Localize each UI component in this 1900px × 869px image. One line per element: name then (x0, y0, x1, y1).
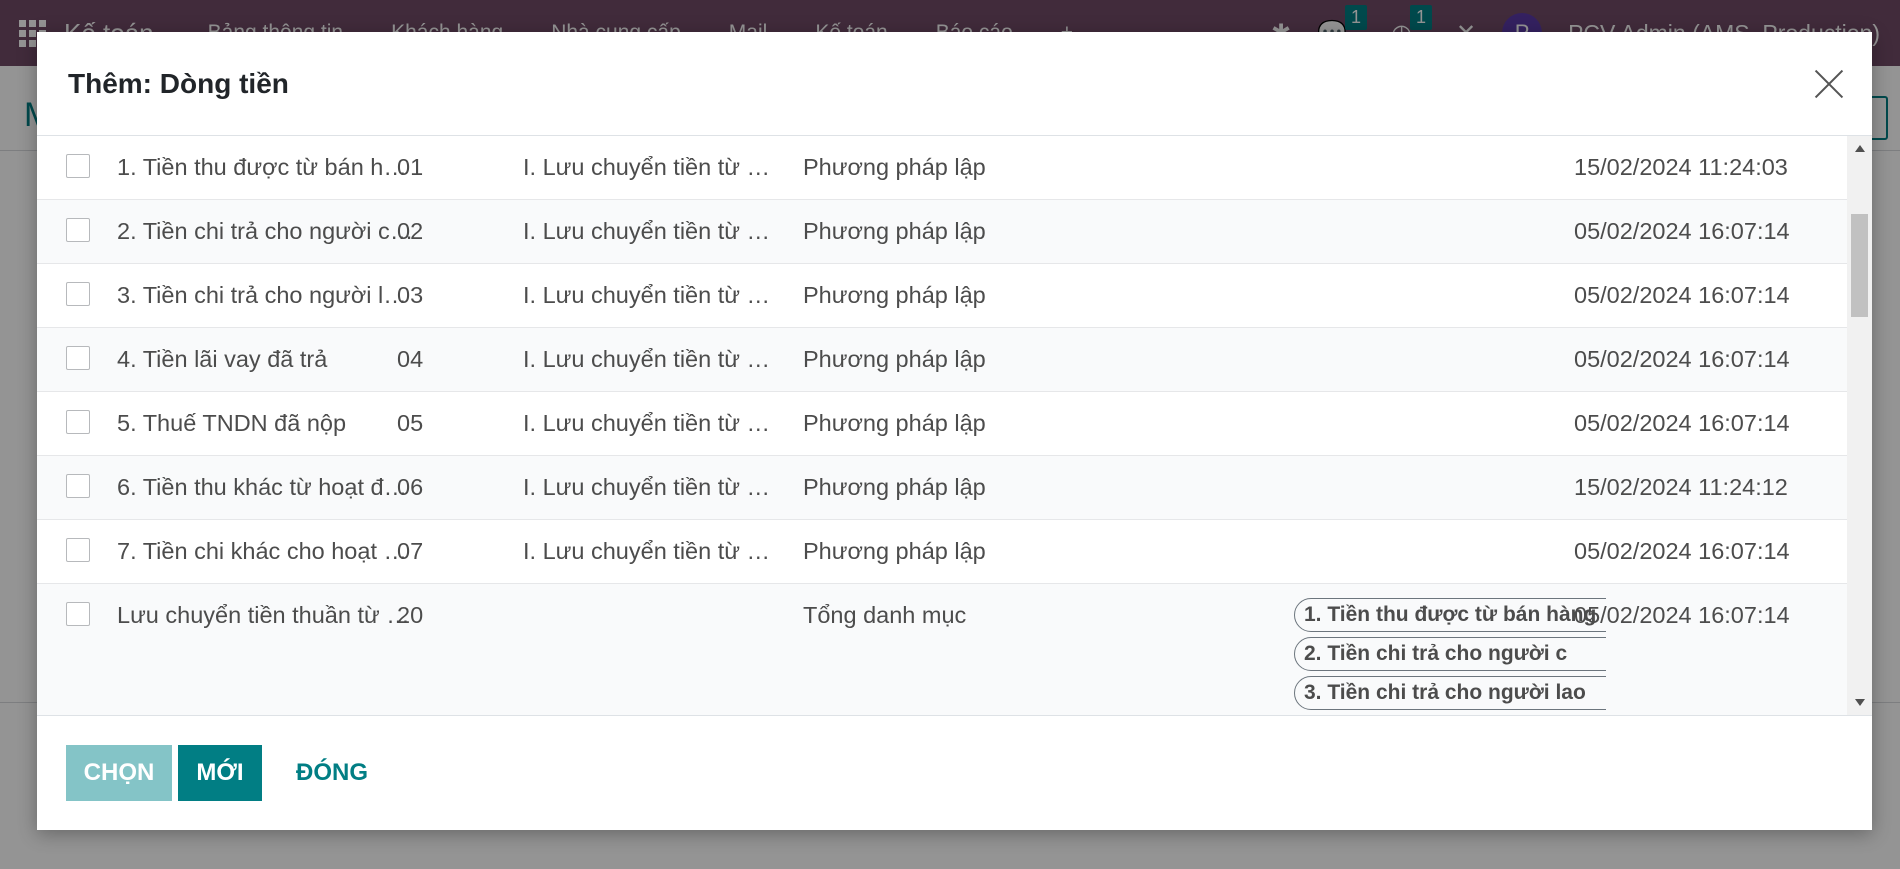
cashflow-name: 1. Tiền thu được từ bán hàng, cung cấp d… (117, 154, 417, 180)
cashflow-code: 03 (397, 282, 424, 308)
component-tag: 2. Tiền chi trả cho người c (1294, 637, 1606, 671)
cashflow-group: I. Lưu chuyển tiền từ hoạt động kinh doa… (523, 218, 781, 244)
cashflow-date: 05/02/2024 16:07:14 (1574, 282, 1790, 308)
row-checkbox[interactable] (66, 282, 90, 306)
cashflow-method: Tổng danh mục (803, 602, 967, 628)
cashflow-code: 02 (397, 218, 424, 244)
cashflow-name: 2. Tiền chi trả cho người cung cấp hàng … (117, 218, 417, 244)
row-checkbox[interactable] (66, 474, 90, 498)
modal-footer: CHỌN MỚI ĐÓNG (37, 715, 1872, 830)
component-tags: 1. Tiền thu được từ bán hàng 2. Tiền chi… (1294, 598, 1606, 715)
cashflow-code: 20 (397, 602, 424, 628)
cashflow-date: 05/02/2024 16:07:14 (1574, 218, 1790, 244)
cashflow-date: 05/02/2024 16:07:14 (1574, 346, 1790, 372)
scroll-down-arrow-icon[interactable] (1855, 699, 1865, 706)
new-button[interactable]: MỚI (178, 745, 262, 801)
row-checkbox[interactable] (66, 410, 90, 434)
cashflow-code: 04 (397, 346, 424, 372)
component-tag: 1. Tiền thu được từ bán hàng (1294, 598, 1606, 632)
cashflow-group: I. Lưu chuyển tiền từ hoạt động kinh doa… (523, 410, 781, 436)
cashflow-date: 15/02/2024 11:24:03 (1574, 154, 1788, 180)
component-tag: 3. Tiền chi trả cho người lao (1294, 676, 1606, 710)
cashflow-group: I. Lưu chuyển tiền từ hoạt động kinh doa… (523, 538, 781, 564)
cashflow-name: 6. Tiền thu khác từ hoạt động kinh doanh (117, 474, 417, 500)
cashflow-method: Phương pháp lập (803, 410, 986, 436)
cashflow-group: I. Lưu chuyển tiền từ hoạt động kinh doa… (523, 346, 781, 372)
close-icon[interactable] (1814, 69, 1844, 99)
select-button[interactable]: CHỌN (66, 745, 172, 801)
cashflow-date: 05/02/2024 16:07:14 (1574, 538, 1790, 564)
cashflow-date: 05/02/2024 16:07:14 (1574, 602, 1790, 628)
cashflow-code: 01 (397, 154, 424, 180)
row-checkbox[interactable] (66, 602, 90, 626)
table-row[interactable]: 1. Tiền thu được từ bán hàng, cung cấp d… (37, 136, 1847, 200)
row-checkbox[interactable] (66, 154, 90, 178)
cashflow-name: Lưu chuyển tiền thuần từ hoạt động kinh … (117, 602, 417, 628)
modal-header: Thêm: Dòng tiền (37, 32, 1872, 136)
row-checkbox[interactable] (66, 346, 90, 370)
cashflow-name: 7. Tiền chi khác cho hoạt động kinh doan… (117, 538, 417, 564)
table-row[interactable]: 2. Tiền chi trả cho người cung cấp hàng … (37, 200, 1847, 264)
table-row[interactable]: Lưu chuyển tiền thuần từ hoạt động kinh … (37, 584, 1847, 715)
close-button[interactable]: ĐÓNG (278, 745, 386, 801)
cashflow-method: Phương pháp lập (803, 346, 986, 372)
row-checkbox[interactable] (66, 538, 90, 562)
modal-body: 1. Tiền thu được từ bán hàng, cung cấp d… (37, 136, 1872, 715)
cashflow-date: 05/02/2024 16:07:14 (1574, 410, 1790, 436)
cashflow-method: Phương pháp lập (803, 538, 986, 564)
cashflow-code: 07 (397, 538, 424, 564)
cashflow-group: I. Lưu chuyển tiền từ hoạt động kinh doa… (523, 474, 781, 500)
cashflow-code: 06 (397, 474, 424, 500)
cashflow-method: Phương pháp lập (803, 282, 986, 308)
scroll-up-arrow-icon[interactable] (1855, 145, 1865, 152)
cashflow-code: 05 (397, 410, 424, 436)
cashflow-name: 3. Tiền chi trả cho người lao động (117, 282, 417, 308)
row-checkbox[interactable] (66, 218, 90, 242)
scrollbar[interactable] (1847, 136, 1872, 715)
modal-title: Thêm: Dòng tiền (68, 67, 289, 99)
cashflow-method: Phương pháp lập (803, 474, 986, 500)
cashflow-method: Phương pháp lập (803, 154, 986, 180)
table-row[interactable]: 5. Thuế TNDN đã nộp 05 I. Lưu chuyển tiề… (37, 392, 1847, 456)
table-row[interactable]: 7. Tiền chi khác cho hoạt động kinh doan… (37, 520, 1847, 584)
add-cashflow-dialog: Thêm: Dòng tiền 1. Tiền thu được từ bán … (37, 32, 1872, 830)
cashflow-group: I. Lưu chuyển tiền từ hoạt động kinh doa… (523, 282, 781, 308)
table-row[interactable]: 4. Tiền lãi vay đã trả 04 I. Lưu chuyển … (37, 328, 1847, 392)
scrollbar-thumb[interactable] (1851, 214, 1868, 317)
cashflow-group: I. Lưu chuyển tiền từ hoạt động kinh doa… (523, 154, 781, 180)
record-list: 1. Tiền thu được từ bán hàng, cung cấp d… (37, 136, 1847, 715)
cashflow-name: 5. Thuế TNDN đã nộp (117, 410, 347, 436)
table-row[interactable]: 3. Tiền chi trả cho người lao động 03 I.… (37, 264, 1847, 328)
cashflow-date: 15/02/2024 11:24:12 (1574, 474, 1788, 500)
cashflow-name: 4. Tiền lãi vay đã trả (117, 346, 328, 372)
table-row[interactable]: 6. Tiền thu khác từ hoạt động kinh doanh… (37, 456, 1847, 520)
cashflow-method: Phương pháp lập (803, 218, 986, 244)
